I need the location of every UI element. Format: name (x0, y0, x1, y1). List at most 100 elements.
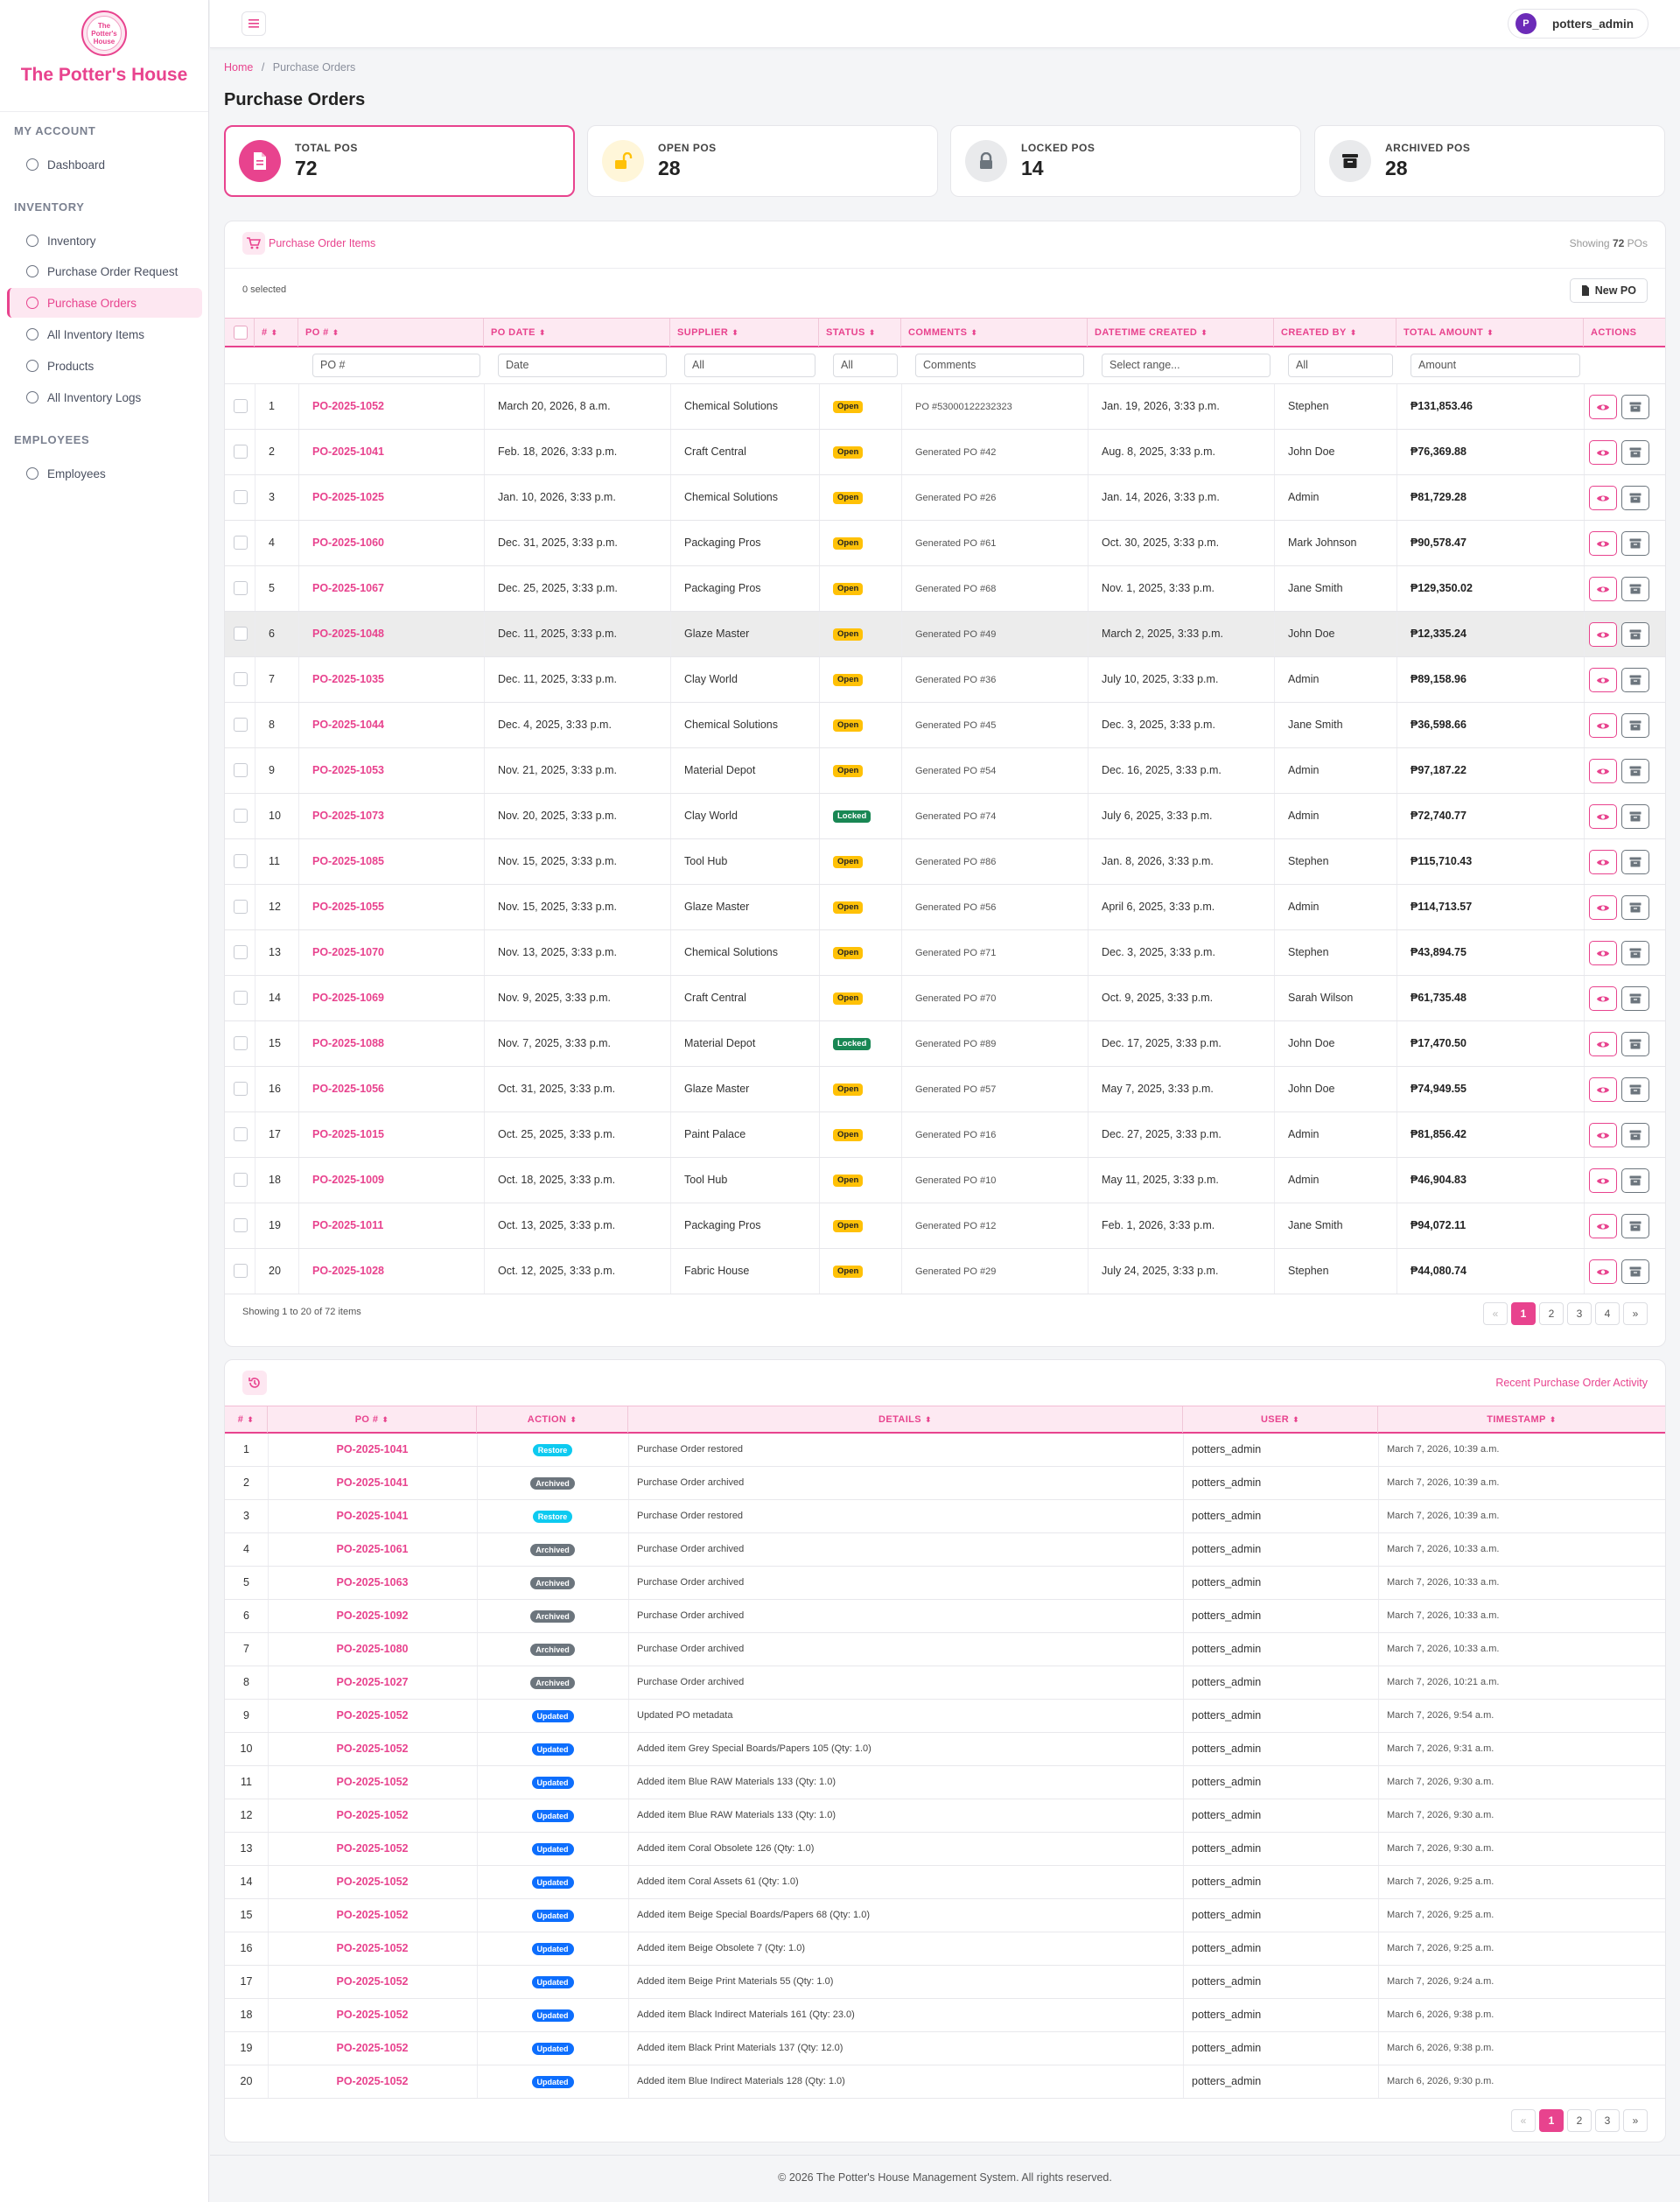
table-row[interactable]: 17 PO-2025-1015 Oct. 25, 2025, 3:33 p.m. Pa… (225, 1112, 1665, 1158)
po-link[interactable]: PO-2025-1041 (268, 1467, 477, 1499)
po-link[interactable]: PO-2025-1056 (312, 1083, 384, 1095)
table-row[interactable]: 15 PO-2025-1088 Nov. 7, 2025, 3:33 p.m. Mat… (225, 1021, 1665, 1067)
po-link[interactable]: PO-2025-1041 (268, 1434, 477, 1466)
view-button[interactable] (1589, 440, 1617, 465)
header-num[interactable]: # ⬍ (225, 1406, 268, 1433)
table-row[interactable]: 10 PO-2025-1073 Nov. 20, 2025, 3:33 p.m. Cl… (225, 794, 1665, 839)
po-link[interactable]: PO-2025-1011 (312, 1219, 383, 1231)
next-page-button[interactable]: » (1623, 1302, 1648, 1325)
row-checkbox[interactable] (234, 445, 248, 459)
header-amount[interactable]: TOTAL AMOUNT ⬍ (1396, 319, 1584, 347)
header-created[interactable]: DATETIME CREATED ⬍ (1088, 319, 1274, 347)
archive-button[interactable] (1621, 1123, 1649, 1147)
row-checkbox[interactable] (234, 399, 248, 413)
page-button[interactable]: 1 (1539, 2109, 1564, 2132)
header-details[interactable]: DETAILS ⬍ (628, 1406, 1183, 1433)
archive-button[interactable] (1621, 986, 1649, 1011)
row-checkbox[interactable] (234, 1082, 248, 1096)
archive-button[interactable] (1621, 395, 1649, 419)
cell-po[interactable]: PO-2025-1088 (312, 1021, 479, 1066)
po-link[interactable]: PO-2025-1035 (312, 673, 384, 685)
hamburger-icon[interactable] (242, 11, 266, 36)
sidebar-item-all-inventory-items[interactable]: All Inventory Items (7, 319, 202, 349)
view-button[interactable] (1589, 759, 1617, 783)
view-button[interactable] (1589, 395, 1617, 419)
cell-po[interactable]: PO-2025-1053 (312, 748, 479, 793)
archive-button[interactable] (1621, 668, 1649, 692)
header-po[interactable]: PO # ⬍ (268, 1406, 477, 1433)
view-button[interactable] (1589, 531, 1617, 556)
row-checkbox[interactable] (234, 1264, 248, 1278)
po-link[interactable]: PO-2025-1092 (268, 1600, 477, 1632)
archive-button[interactable] (1621, 577, 1649, 601)
po-link[interactable]: PO-2025-1061 (268, 1533, 477, 1566)
po-link[interactable]: PO-2025-1025 (312, 491, 384, 503)
table-row[interactable]: 8 PO-2025-1044 Dec. 4, 2025, 3:33 p.m. Chem… (225, 703, 1665, 748)
table-row[interactable]: 6 PO-2025-1048 Dec. 11, 2025, 3:33 p.m. Gla… (225, 612, 1665, 657)
page-button[interactable]: 2 (1539, 1302, 1564, 1325)
view-button[interactable] (1589, 1123, 1617, 1147)
po-link[interactable]: PO-2025-1055 (312, 901, 384, 913)
page-button[interactable]: 3 (1595, 2109, 1620, 2132)
page-button[interactable]: 1 (1511, 1302, 1536, 1325)
archive-button[interactable] (1621, 941, 1649, 965)
archive-button[interactable] (1621, 804, 1649, 829)
po-link[interactable]: PO-2025-1069 (312, 992, 384, 1004)
filter-comments-input[interactable]: Comments (915, 354, 1084, 377)
po-link[interactable]: PO-2025-1027 (268, 1666, 477, 1699)
view-button[interactable] (1589, 486, 1617, 510)
cell-po[interactable]: PO-2025-1011 (312, 1203, 479, 1248)
po-link[interactable]: PO-2025-1052 (268, 1999, 477, 2031)
view-button[interactable] (1589, 1168, 1617, 1193)
row-checkbox[interactable] (234, 900, 248, 914)
view-button[interactable] (1589, 1032, 1617, 1056)
sidebar-item-all-inventory-logs[interactable]: All Inventory Logs (7, 382, 202, 412)
view-button[interactable] (1589, 1077, 1617, 1102)
cell-po[interactable]: PO-2025-1085 (312, 839, 479, 884)
view-button[interactable] (1589, 941, 1617, 965)
filter-po-input[interactable]: PO # (312, 354, 480, 377)
view-button[interactable] (1589, 895, 1617, 920)
archive-button[interactable] (1621, 1077, 1649, 1102)
table-row[interactable]: 11 PO-2025-1085 Nov. 15, 2025, 3:33 p.m. To… (225, 839, 1665, 885)
po-link[interactable]: PO-2025-1052 (312, 400, 384, 412)
sidebar-item-dashboard[interactable]: Dashboard (7, 150, 202, 179)
header-comments[interactable]: COMMENTS ⬍ (901, 319, 1088, 347)
row-checkbox[interactable] (234, 718, 248, 732)
filter-status-select[interactable]: All (833, 354, 898, 377)
po-link[interactable]: PO-2025-1067 (312, 582, 384, 594)
row-checkbox[interactable] (234, 1036, 248, 1050)
table-row[interactable]: 20 PO-2025-1028 Oct. 12, 2025, 3:33 p.m. Fa… (225, 1249, 1665, 1294)
po-link[interactable]: PO-2025-1052 (268, 1932, 477, 1965)
archive-button[interactable] (1621, 1259, 1649, 1284)
view-button[interactable] (1589, 668, 1617, 692)
view-button[interactable] (1589, 1214, 1617, 1238)
po-link[interactable]: PO-2025-1028 (312, 1265, 384, 1277)
archive-button[interactable] (1621, 895, 1649, 920)
po-link[interactable]: PO-2025-1080 (268, 1633, 477, 1666)
po-link[interactable]: PO-2025-1044 (312, 719, 384, 731)
breadcrumb-home[interactable]: Home (224, 61, 253, 74)
cell-po[interactable]: PO-2025-1055 (312, 885, 479, 929)
next-page-button[interactable]: » (1623, 2109, 1648, 2132)
po-link[interactable]: PO-2025-1053 (312, 764, 384, 776)
po-link[interactable]: PO-2025-1063 (268, 1567, 477, 1599)
cell-po[interactable]: PO-2025-1035 (312, 657, 479, 702)
sidebar-item-purchase-order-request[interactable]: Purchase Order Request (7, 256, 202, 286)
row-checkbox[interactable] (234, 581, 248, 595)
cell-po[interactable]: PO-2025-1056 (312, 1067, 479, 1112)
cell-po[interactable]: PO-2025-1060 (312, 521, 479, 565)
filter-amount-input[interactable]: Amount (1410, 354, 1580, 377)
row-checkbox[interactable] (234, 945, 248, 959)
table-row[interactable]: 12 PO-2025-1055 Nov. 15, 2025, 3:33 p.m. Gl… (225, 885, 1665, 930)
page-button[interactable]: 3 (1567, 1302, 1592, 1325)
cell-po[interactable]: PO-2025-1009 (312, 1158, 479, 1203)
stat-card-locked[interactable]: LOCKED POS 14 (950, 125, 1301, 197)
po-link[interactable]: PO-2025-1048 (312, 628, 384, 640)
header-po-date[interactable]: PO DATE ⬍ (484, 319, 670, 347)
po-link[interactable]: PO-2025-1009 (312, 1174, 384, 1186)
archive-button[interactable] (1621, 1214, 1649, 1238)
cell-po[interactable]: PO-2025-1070 (312, 930, 479, 975)
select-all-checkbox[interactable] (234, 326, 248, 340)
table-row[interactable]: 13 PO-2025-1070 Nov. 13, 2025, 3:33 p.m. Ch… (225, 930, 1665, 976)
